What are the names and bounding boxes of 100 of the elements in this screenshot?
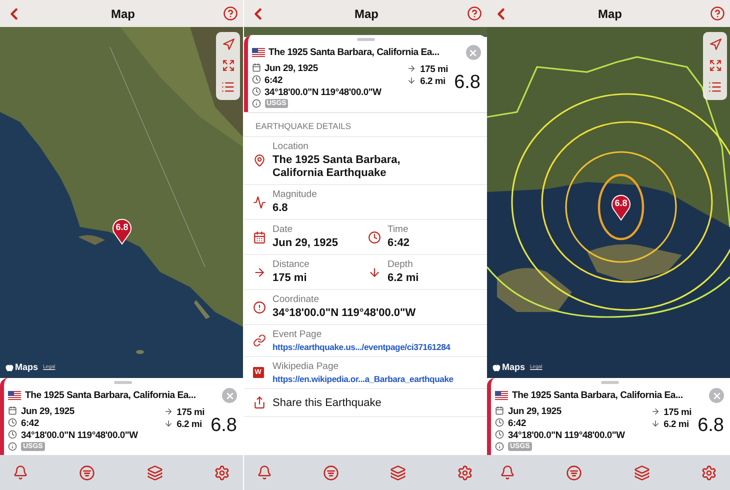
magnitude-value: 6.8: [698, 415, 724, 437]
settings-tab[interactable]: [700, 464, 718, 482]
field-label: Magnitude: [272, 189, 317, 200]
date-text: Jun 29, 1925: [21, 404, 74, 416]
filter-tab[interactable]: [322, 464, 340, 482]
info-icon: [8, 442, 17, 450]
arrow-right-icon: [407, 64, 416, 72]
field-label: Date: [272, 224, 294, 235]
flag-icon: [495, 391, 508, 400]
help-button[interactable]: [709, 5, 726, 22]
filter-icon: [566, 464, 582, 480]
calendar-icon: [252, 62, 260, 72]
settings-tab[interactable]: [212, 464, 231, 482]
filter-tab[interactable]: [78, 464, 96, 482]
arrow-right-icon: [164, 406, 173, 416]
coordinate-text: 34°18'00.0"N 119°48'00.0"W: [21, 428, 138, 440]
clock-icon: [252, 86, 260, 96]
time-text: 6:42: [508, 416, 526, 428]
help-button[interactable]: [222, 5, 239, 22]
filter-icon: [79, 464, 96, 480]
field-label: Time: [388, 224, 410, 235]
filter-icon: [322, 464, 339, 480]
field-value: 34°18'00.0"N 119°48'00.0"W: [272, 307, 416, 320]
depth-text: 6.2 mi: [664, 418, 689, 428]
time-text: 6:42: [21, 416, 39, 428]
help-button[interactable]: [466, 5, 482, 22]
screen-title: Map: [598, 6, 622, 20]
calendar-icon: [495, 406, 504, 414]
link-icon: [252, 334, 266, 347]
clock-icon: [8, 430, 17, 438]
field-label: Wikipedia Page: [272, 361, 340, 372]
magnitude-value: 6.8: [454, 72, 480, 94]
pulse-icon: [252, 196, 266, 208]
maps-attribution: Maps: [15, 362, 38, 372]
fit-button[interactable]: [220, 58, 236, 73]
distance-text: 175 mi: [176, 406, 205, 416]
fit-button[interactable]: [708, 58, 722, 73]
close-icon: [468, 48, 478, 58]
url-link[interactable]: https://earthquake.us.../eventpage/ci37161284: [272, 342, 450, 352]
field-value: 6.2 mi: [388, 272, 419, 285]
calendar-icon: [8, 406, 17, 414]
distance-text: 175 mi: [664, 406, 692, 416]
earthquake-title: The 1925 Santa Barbara, California Ea...: [512, 390, 684, 401]
logo-icon: [5, 362, 14, 372]
drag-handle[interactable]: [600, 381, 618, 384]
field-label: Coordinate: [272, 294, 320, 305]
field-label: Depth: [388, 259, 414, 270]
alerts-tab[interactable]: [499, 464, 516, 481]
info-icon: [495, 442, 504, 450]
arrow-right-icon: [650, 406, 660, 416]
magnitude-pin[interactable]: 6.8: [111, 217, 133, 245]
clock-icon: [495, 418, 504, 426]
magnitude-pin[interactable]: 6.8: [610, 193, 632, 221]
locate-button[interactable]: [220, 37, 236, 52]
date-text: Jun 29, 1925: [264, 62, 318, 72]
maps-attribution: Maps: [502, 362, 526, 372]
settings-tab[interactable]: [456, 464, 474, 482]
arrow-down-icon: [368, 266, 380, 278]
field-value: 6:42: [388, 237, 410, 250]
date-text: Jun 29, 1925: [508, 404, 562, 416]
calendar-icon: [252, 230, 266, 244]
close-icon: [712, 390, 722, 400]
flag-icon: [8, 391, 21, 400]
clock-icon: [252, 74, 260, 84]
share-icon: [252, 396, 266, 409]
url-link[interactable]: https://en.wikipedia.or...a_Barbara_earthquake: [272, 374, 454, 384]
filter-tab[interactable]: [565, 464, 584, 482]
screen-title: Map: [111, 6, 135, 20]
drag-handle[interactable]: [114, 381, 132, 384]
screen-title: Map: [354, 6, 378, 20]
earthquake-title: The 1925 Santa Barbara, California Ea...: [268, 47, 440, 58]
share-button[interactable]: Share this Earthquake: [272, 396, 382, 408]
arrow-down-icon: [164, 418, 173, 428]
layers-tab[interactable]: [389, 464, 408, 482]
flag-icon: [252, 48, 264, 57]
depth-text: 6.2 mi: [176, 418, 202, 428]
coordinate-text: 34°18'00.0"N 119°48'00.0"W: [508, 428, 625, 440]
drag-handle[interactable]: [357, 38, 375, 41]
field-label: Distance: [272, 259, 310, 270]
field-value: The 1925 Santa Barbara, California Earthquake: [272, 154, 402, 180]
alerts-tab[interactable]: [256, 464, 272, 481]
field-label: Location: [272, 141, 310, 152]
layers-tab[interactable]: [632, 464, 651, 482]
alert-icon: [252, 300, 266, 314]
alerts-tab[interactable]: [12, 464, 29, 481]
logo-icon: [492, 362, 501, 372]
section-heading: EARTHQUAKE DETAILS: [244, 112, 486, 137]
info-icon: [252, 98, 260, 108]
magnitude-value: 6.8: [210, 415, 237, 437]
clock-icon: [495, 430, 504, 438]
distance-text: 175 mi: [420, 62, 448, 74]
clock-icon: [8, 418, 17, 426]
locate-button[interactable]: [708, 37, 722, 52]
layers-tab[interactable]: [146, 464, 164, 482]
depth-text: 6.2 mi: [420, 74, 446, 86]
location-pin-icon: [252, 154, 266, 167]
coordinate-text: 34°18'00.0"N 119°48'00.0"W: [264, 86, 382, 96]
arrow-down-icon: [407, 76, 416, 84]
field-value: 175 mi: [272, 272, 308, 285]
arrow-down-icon: [650, 418, 660, 428]
